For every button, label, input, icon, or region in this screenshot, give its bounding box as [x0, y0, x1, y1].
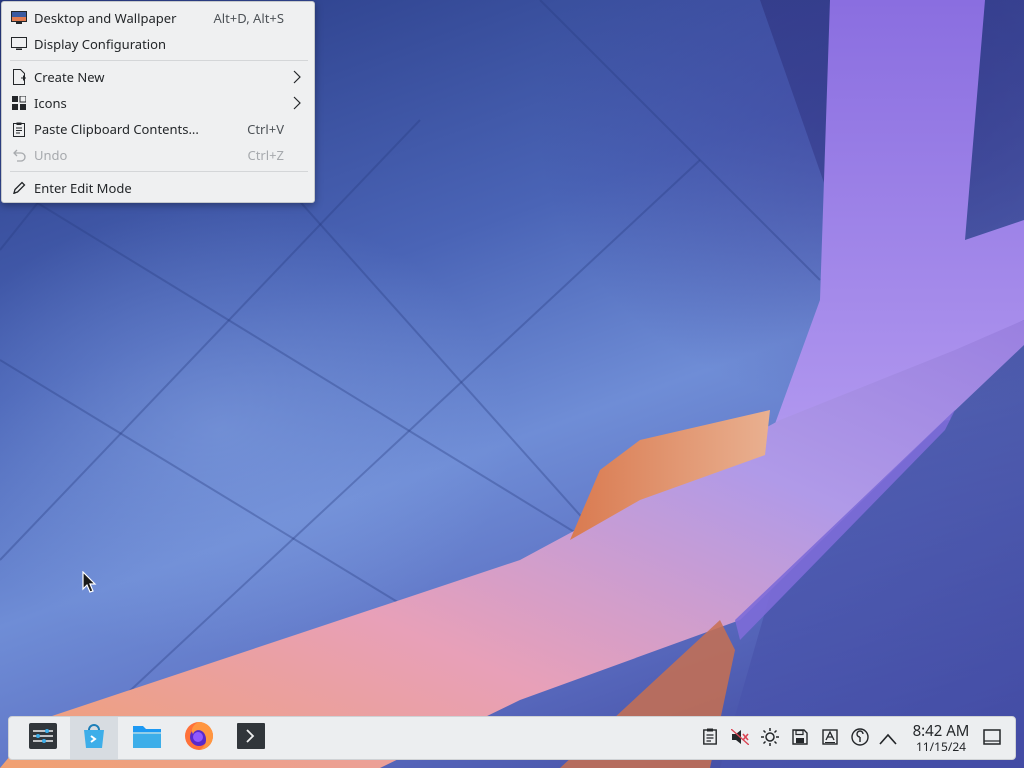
clock-date: 11/15/24 [915, 738, 967, 755]
chevron-right-icon [293, 70, 301, 84]
discover-store-icon [81, 723, 107, 754]
taskbar-app-discover[interactable] [70, 717, 118, 759]
menu-item-shortcut: Ctrl+Z [247, 146, 284, 164]
keyboard-layout-icon [822, 728, 838, 750]
tray-expand[interactable] [877, 728, 899, 750]
taskbar-panel: 8:42 AM 11/15/24 [8, 716, 1016, 760]
menu-item-paste-clipboard[interactable]: Paste Clipboard Contents... Ctrl+V [2, 116, 314, 142]
tray-disks[interactable] [789, 728, 811, 750]
show-desktop-button[interactable] [981, 728, 1003, 750]
menu-item-label: Enter Edit Mode [34, 179, 132, 197]
menu-item-icons[interactable]: Icons [2, 90, 314, 116]
chevron-right-icon [293, 96, 301, 110]
menu-item-label: Icons [34, 94, 67, 112]
digital-clock[interactable]: 8:42 AM 11/15/24 [899, 723, 983, 754]
menu-item-label: Desktop and Wallpaper [34, 9, 177, 27]
taskbar-app-firefox[interactable] [175, 717, 223, 759]
disk-icon [792, 728, 808, 750]
icons-grid-icon [11, 95, 27, 111]
show-desktop-icon [983, 728, 1001, 750]
menu-item-desktop-and-wallpaper[interactable]: Desktop and Wallpaper Alt+D, Alt+S [2, 5, 314, 31]
volume-muted-icon [730, 728, 750, 750]
desktop-context-menu: Desktop and Wallpaper Alt+D, Alt+S Displ… [1, 1, 315, 203]
terminal-icon [237, 722, 265, 754]
tray-volume[interactable] [729, 728, 751, 750]
menu-item-enter-edit-mode[interactable]: Enter Edit Mode [2, 175, 314, 201]
taskbar-app-konsole[interactable] [227, 717, 275, 759]
menu-item-shortcut: Alt+D, Alt+S [213, 9, 284, 27]
clipboard-icon [11, 121, 27, 137]
menu-item-display-configuration[interactable]: Display Configuration [2, 31, 314, 57]
pencil-icon [11, 180, 27, 196]
monitor-icon [11, 36, 27, 52]
menu-item-label: Create New [34, 68, 105, 86]
tray-brightness[interactable] [759, 727, 781, 751]
menu-item-label: Undo [34, 146, 68, 164]
tray-clipboard[interactable] [699, 728, 721, 750]
menu-item-label: Paste Clipboard Contents... [34, 120, 199, 138]
menu-separator [10, 171, 308, 172]
mouse-cursor-icon [82, 570, 98, 600]
menu-item-create-new[interactable]: Create New [2, 64, 314, 90]
tray-network[interactable] [849, 727, 871, 751]
menu-separator [10, 60, 308, 61]
firefox-icon [184, 721, 214, 756]
brightness-icon [761, 727, 779, 751]
desktop-wallpaper-icon [11, 10, 27, 26]
menu-item-undo[interactable]: Undo Ctrl+Z [2, 142, 314, 168]
tray-keyboard-layout[interactable] [819, 728, 841, 750]
menu-item-shortcut: Ctrl+V [247, 120, 284, 138]
undo-icon [11, 147, 27, 163]
application-launcher-button[interactable] [19, 717, 67, 759]
application-launcher-icon [29, 722, 57, 754]
clipboard-icon [703, 728, 717, 750]
taskbar-app-file-manager[interactable] [123, 717, 171, 759]
network-icon [851, 727, 869, 751]
folder-icon [132, 723, 162, 754]
chevron-up-icon [879, 728, 897, 750]
menu-item-label: Display Configuration [34, 35, 167, 53]
new-document-icon [11, 69, 27, 85]
